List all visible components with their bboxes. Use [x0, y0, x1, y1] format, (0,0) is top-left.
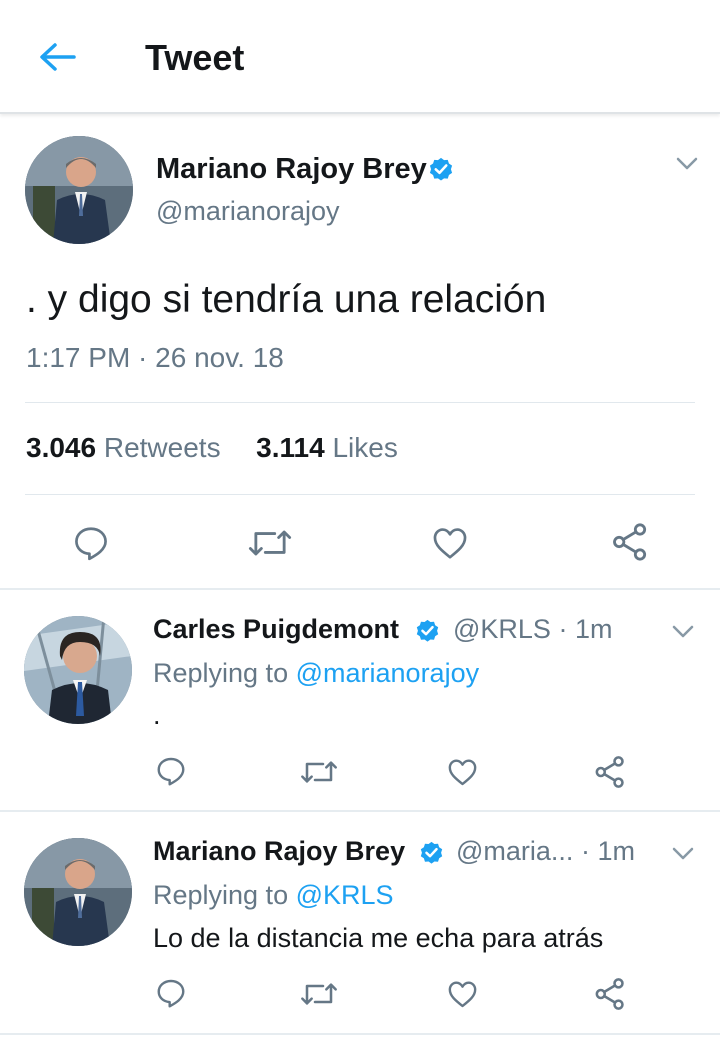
author-handle[interactable]: @KRLS [453, 614, 551, 644]
retweet-button[interactable] [300, 978, 338, 1010]
separator [0, 810, 720, 812]
top-app-bar: Tweet [0, 0, 720, 114]
reply-icon [157, 979, 185, 1008]
arrow-left-icon[interactable] [38, 40, 76, 74]
reply-handle-time: @KRLS · 1m [453, 614, 612, 645]
like-button[interactable] [446, 756, 479, 788]
page-title: Tweet [145, 37, 245, 78]
chevron-down-icon[interactable] [671, 846, 695, 862]
like-icon [448, 981, 477, 1008]
avatar[interactable] [25, 136, 133, 244]
tweet-timestamp: 1:17 PM · 26 nov. 18 [26, 342, 284, 373]
retweets-stat[interactable]: 3.046 Retweets [26, 432, 221, 463]
author-handle[interactable]: @marianorajoy [156, 196, 339, 227]
divider [25, 402, 695, 403]
separator [0, 588, 720, 590]
reply-time: · 1m [580, 836, 635, 866]
reply-icon [157, 757, 185, 786]
verified-badge-icon [420, 841, 443, 864]
replying-prefix: Replying to [153, 880, 289, 910]
retweet-icon [248, 530, 292, 556]
replying-to: Replying to @KRLS [153, 880, 394, 911]
verified-badge-icon [429, 157, 453, 181]
replying-to: Replying to @marianorajoy [153, 658, 479, 689]
likes-count: 3.114 [256, 432, 325, 463]
chevron-down-icon[interactable] [675, 156, 699, 172]
share-button[interactable] [610, 522, 650, 562]
reply-time: · 1m [558, 614, 613, 644]
author-name[interactable]: Mariano Rajoy Brey [156, 153, 427, 186]
reply-text: . [153, 700, 161, 730]
avatar[interactable] [24, 616, 132, 724]
reply-button[interactable] [72, 524, 110, 562]
replying-prefix: Replying to [153, 658, 289, 688]
reply-button[interactable] [155, 755, 187, 787]
verified-badge-icon [416, 619, 439, 642]
share-icon [613, 523, 647, 561]
like-button[interactable] [446, 978, 479, 1010]
mention-link[interactable]: @marianorajoy [296, 658, 479, 688]
separator [0, 1033, 720, 1035]
chevron-down-icon[interactable] [671, 624, 695, 640]
tweet-text: . y digo si tendría una relación [26, 278, 547, 321]
retweets-label: Retweets [103, 432, 221, 463]
reply-icon [75, 527, 107, 561]
retweet-button[interactable] [248, 524, 292, 562]
share-icon [595, 756, 624, 788]
share-button[interactable] [593, 977, 627, 1011]
mention-link[interactable]: @KRLS [296, 880, 394, 910]
like-icon [433, 528, 467, 559]
author-handle[interactable]: @maria... [456, 836, 573, 866]
author-name[interactable]: Carles Puigdemont [153, 614, 399, 645]
reply-text: Lo de la distancia me echa para atrás [153, 923, 604, 953]
retweet-icon [301, 761, 337, 783]
retweets-count: 3.046 [26, 432, 97, 463]
likes-label: Likes [332, 432, 398, 463]
like-button[interactable] [430, 524, 470, 562]
author-name[interactable]: Mariano Rajoy Brey [153, 836, 405, 867]
tweet-stats: 3.046 Retweets 3.114 Likes [26, 432, 398, 464]
avatar[interactable] [24, 838, 132, 946]
share-icon [595, 978, 624, 1010]
like-icon [448, 759, 477, 786]
reply-handle-time: @maria... · 1m [456, 836, 635, 867]
retweet-button[interactable] [300, 756, 338, 788]
likes-stat[interactable]: 3.114 Likes [256, 432, 398, 463]
share-button[interactable] [593, 755, 627, 789]
divider [25, 494, 695, 495]
reply-button[interactable] [155, 977, 187, 1009]
retweet-icon [301, 983, 337, 1005]
